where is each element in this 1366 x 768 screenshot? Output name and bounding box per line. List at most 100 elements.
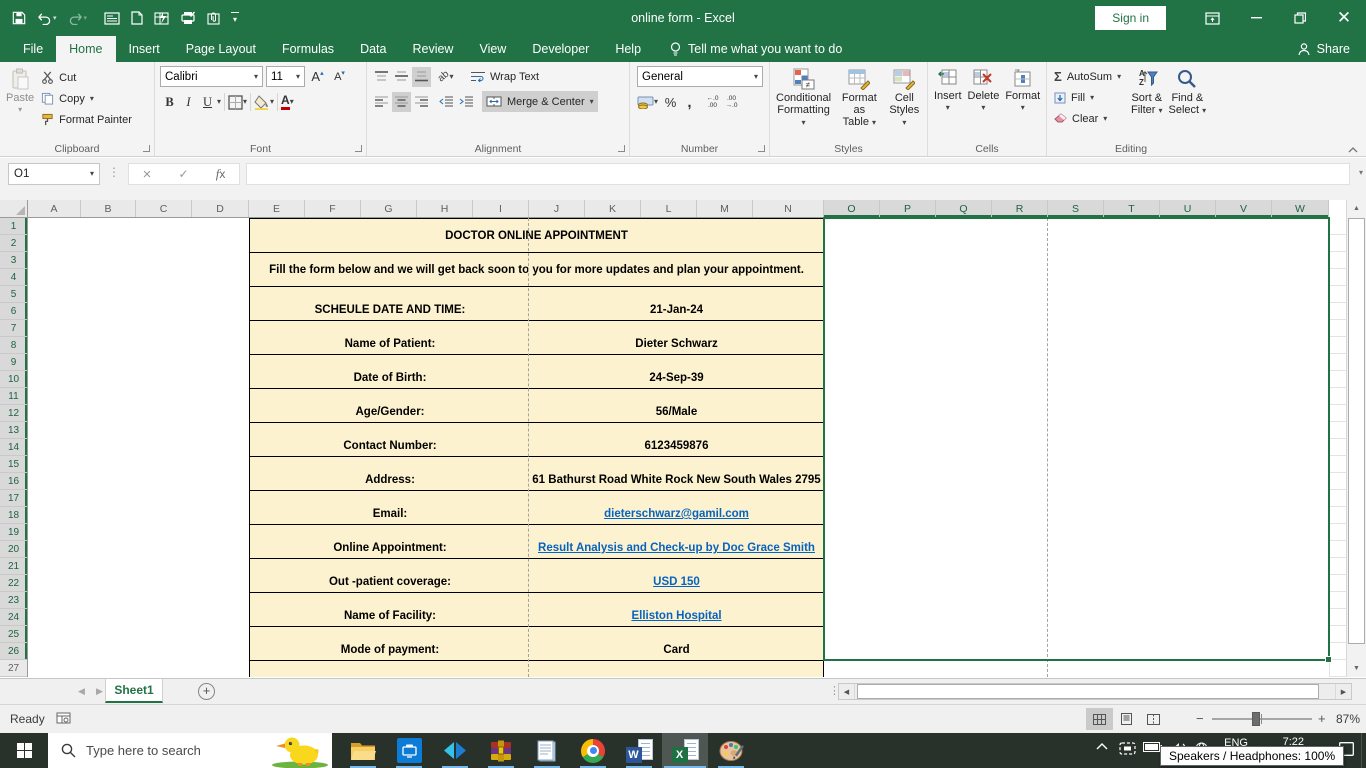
new-sheet-button[interactable]: +: [198, 683, 215, 700]
borders-icon[interactable]: [228, 94, 243, 110]
row-header-14[interactable]: 14: [0, 439, 27, 456]
sheet-nav-left-icon[interactable]: ◀: [78, 686, 85, 697]
column-header-M[interactable]: M: [697, 200, 753, 217]
taskbar-app-word[interactable]: W: [616, 733, 662, 768]
row-header-22[interactable]: 22: [0, 575, 27, 592]
collapse-ribbon-icon[interactable]: [1348, 147, 1358, 153]
show-desktop-button[interactable]: [1361, 733, 1366, 768]
taskbar-app-remote-desktop[interactable]: [386, 733, 432, 768]
row-header-7[interactable]: 7: [0, 320, 27, 337]
row-header-4[interactable]: 4: [0, 269, 27, 286]
column-header-J[interactable]: J: [529, 200, 585, 217]
column-header-N[interactable]: N: [753, 200, 824, 217]
scroll-left-icon[interactable]: ◀: [839, 684, 855, 699]
form-field-value[interactable]: 24-Sep-39: [530, 355, 823, 388]
normal-view-icon[interactable]: [1086, 708, 1113, 730]
tab-insert[interactable]: Insert: [116, 36, 173, 62]
form-field-label[interactable]: SCHEULE DATE AND TIME:: [250, 287, 530, 320]
selected-range-O1-W26[interactable]: [823, 217, 1332, 663]
sheet-tab-sheet1[interactable]: Sheet1: [105, 679, 163, 703]
form-field-value[interactable]: Card: [530, 627, 823, 660]
column-header-U[interactable]: U: [1160, 200, 1216, 217]
merge-center-button[interactable]: Merge & Center ▾: [482, 91, 598, 112]
tab-review[interactable]: Review: [399, 36, 466, 62]
form-field-value[interactable]: Elliston Hospital: [530, 593, 823, 626]
insert-cells-button[interactable]: Insert ▾: [931, 65, 965, 141]
row-header-27[interactable]: 27: [0, 660, 27, 677]
form-title-cell[interactable]: DOCTOR ONLINE APPOINTMENT: [250, 219, 823, 253]
sheet-nav-right-icon[interactable]: ▶: [96, 686, 103, 697]
row-header-12[interactable]: 12: [0, 405, 27, 422]
scroll-down-icon[interactable]: ▼: [1347, 660, 1366, 677]
column-header-G[interactable]: G: [361, 200, 417, 217]
share-button[interactable]: Share: [1298, 36, 1350, 62]
customize-qat-icon[interactable]: ▾: [231, 12, 240, 24]
taskbar-search-input[interactable]: Type here to search: [48, 733, 332, 768]
select-all-button[interactable]: [0, 200, 28, 218]
column-header-C[interactable]: C: [136, 200, 192, 217]
format-as-table-button[interactable]: Format as Table ▾: [834, 65, 885, 141]
tab-home[interactable]: Home: [56, 36, 116, 62]
column-header-K[interactable]: K: [585, 200, 641, 217]
bottom-align-icon[interactable]: [412, 66, 431, 87]
scroll-up-icon[interactable]: ▲: [1347, 200, 1366, 217]
form-field-label[interactable]: Online Appointment:: [250, 525, 530, 558]
vertical-scrollbar[interactable]: ▲ ▼: [1346, 200, 1366, 677]
ribbon-display-options-icon[interactable]: [1190, 0, 1234, 36]
row-header-23[interactable]: 23: [0, 592, 27, 609]
percent-style-icon[interactable]: %: [661, 92, 680, 112]
tab-file[interactable]: File: [10, 36, 56, 62]
zoom-level[interactable]: 87%: [1336, 712, 1360, 726]
row-header-21[interactable]: 21: [0, 558, 27, 575]
form-subtitle-cell[interactable]: Fill the form below and we will get back…: [250, 253, 823, 287]
increase-indent-icon[interactable]: [456, 92, 475, 112]
form-field-label[interactable]: Contact Number:: [250, 423, 530, 456]
row-header-1[interactable]: 1: [0, 218, 27, 235]
row-header-2[interactable]: 2: [0, 235, 27, 252]
form-field-value[interactable]: USD 150: [530, 559, 823, 592]
delete-cells-button[interactable]: Delete ▾: [965, 65, 1003, 141]
start-button[interactable]: [0, 733, 48, 768]
restore-button[interactable]: [1278, 0, 1322, 36]
find-select-button[interactable]: Find & Select ▾: [1166, 65, 1210, 141]
copy-button[interactable]: Copy ▾: [37, 88, 136, 109]
tab-data[interactable]: Data: [347, 36, 399, 62]
number-format-select[interactable]: General ▾: [637, 66, 763, 87]
number-dialog-launcher[interactable]: [758, 145, 765, 152]
column-header-F[interactable]: F: [305, 200, 361, 217]
fill-button[interactable]: Fill ▾: [1050, 87, 1128, 108]
row-header-26[interactable]: 26: [0, 643, 27, 660]
sort-filter-button[interactable]: AZ Sort & Filter ▾: [1128, 65, 1166, 141]
clear-button[interactable]: Clear ▾: [1050, 108, 1128, 129]
underline-button[interactable]: U: [198, 92, 217, 112]
bold-button[interactable]: B: [160, 92, 179, 112]
format-painter-button[interactable]: Format Painter: [37, 109, 136, 130]
horizontal-scrollbar[interactable]: ◀ ▶: [838, 683, 1352, 700]
form-field-label[interactable]: Mode of payment:: [250, 627, 530, 660]
orientation-icon[interactable]: ab ▾: [432, 67, 460, 87]
row-header-8[interactable]: 8: [0, 337, 27, 354]
row-header-5[interactable]: 5: [0, 286, 27, 303]
column-header-D[interactable]: D: [192, 200, 249, 217]
fill-handle[interactable]: [1325, 656, 1332, 663]
taskbar-app-chrome[interactable]: [570, 733, 616, 768]
close-button[interactable]: ✕: [1322, 0, 1366, 36]
row-header-6[interactable]: 6: [0, 303, 27, 320]
zoom-in-icon[interactable]: +: [1318, 711, 1326, 726]
tab-developer[interactable]: Developer: [519, 36, 602, 62]
grid-overflow-column[interactable]: [1329, 218, 1346, 677]
row-header-3[interactable]: 3: [0, 252, 27, 269]
row-header-19[interactable]: 19: [0, 524, 27, 541]
tab-view[interactable]: View: [466, 36, 519, 62]
formula-bar-expand-icon[interactable]: ▾: [1359, 168, 1363, 177]
column-header-A[interactable]: A: [28, 200, 81, 217]
top-align-icon[interactable]: [372, 67, 391, 87]
form-field-value[interactable]: dieterschwarz@gamil.com: [530, 491, 823, 524]
tab-page-layout[interactable]: Page Layout: [173, 36, 269, 62]
comma-style-icon[interactable]: ,: [680, 92, 699, 112]
row-header-13[interactable]: 13: [0, 422, 27, 439]
row-header-20[interactable]: 20: [0, 541, 27, 558]
column-header-B[interactable]: B: [81, 200, 136, 217]
column-header-T[interactable]: T: [1104, 200, 1160, 217]
undo-icon[interactable]: ▾: [37, 12, 57, 25]
